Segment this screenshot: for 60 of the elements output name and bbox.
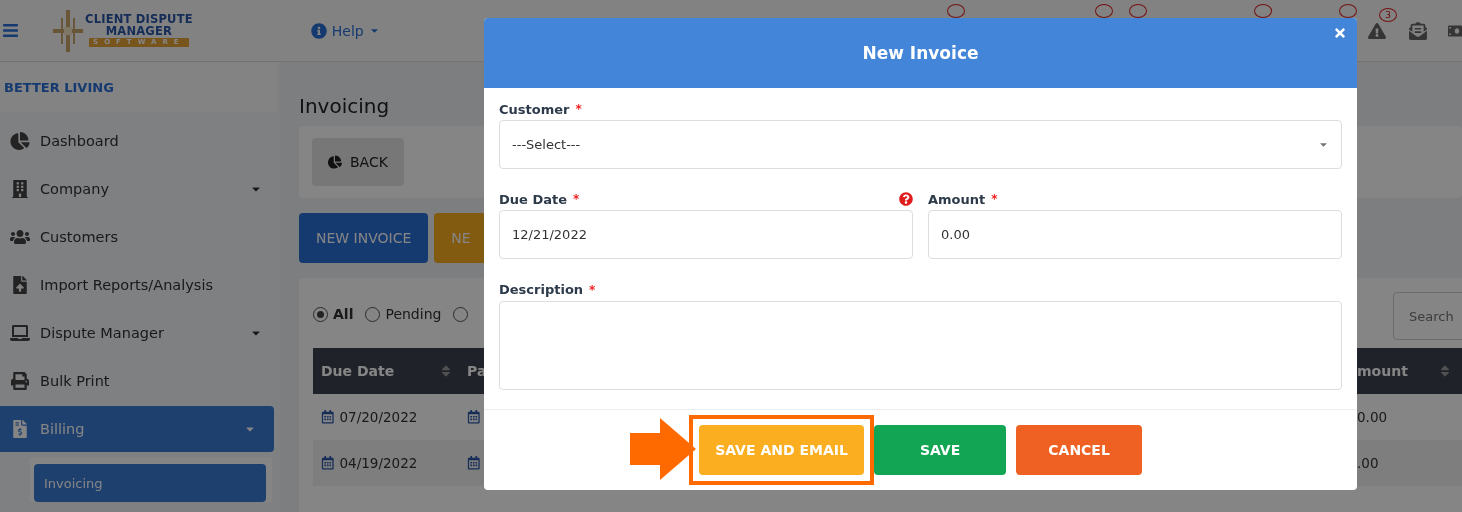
table-cell: 0.00: [1357, 409, 1388, 425]
calendar-icon: [321, 410, 335, 424]
required-mark: *: [575, 102, 582, 116]
radio-option[interactable]: Pending: [365, 306, 442, 322]
close-icon: [1333, 26, 1347, 40]
table-cell: 07/20/2022: [339, 409, 418, 425]
field-label: Due Date: [499, 191, 567, 207]
search-field[interactable]: Search: [1393, 292, 1462, 340]
sidebar-item[interactable]: Import Reports/Analysis: [0, 262, 280, 308]
dialog-button[interactable]: CANCEL: [1016, 425, 1142, 475]
logo-text: MANAGER: [105, 25, 173, 37]
pie-chart-icon: [10, 132, 30, 150]
info-icon: [310, 22, 327, 39]
input-field[interactable]: 0.00: [928, 210, 1342, 260]
users-icon: [10, 228, 30, 246]
sort-icon[interactable]: [1438, 364, 1452, 378]
help-icon[interactable]: [899, 192, 913, 207]
sidebar-item[interactable]: Dispute Manager: [0, 310, 280, 356]
logo-text: CLIENT DISPUTE: [85, 14, 193, 26]
invoice-icon: [10, 420, 30, 438]
envelope-icon[interactable]: [1409, 22, 1427, 40]
sort-icon[interactable]: [439, 364, 453, 378]
required-mark: *: [589, 282, 596, 297]
dialog-title: New Invoice: [862, 43, 979, 63]
printer-icon: [10, 372, 30, 390]
input-field[interactable]: 12/21/2022: [499, 210, 913, 260]
column-header: mount: [1357, 363, 1408, 379]
column-header: Due Date: [321, 363, 395, 379]
sidebar-item[interactable]: Dashboard: [0, 118, 280, 164]
action-button[interactable]: NEW INVOICE: [299, 213, 429, 263]
page-title: Invoicing: [299, 94, 390, 118]
account-name: BETTER LIVING: [0, 62, 278, 112]
field-label: Customer: [499, 101, 570, 117]
sidebar-item[interactable]: Bulk Print: [0, 358, 280, 404]
description-field[interactable]: [499, 300, 1342, 390]
sidebar-item[interactable]: Company: [0, 166, 280, 212]
calendar-icon: [467, 410, 481, 424]
dialog-button[interactable]: SAVE: [873, 425, 1007, 475]
required-mark: *: [573, 192, 580, 207]
table-cell: .00: [1357, 455, 1379, 471]
calendar-icon: [467, 456, 481, 470]
back-button[interactable]: BACK: [312, 138, 404, 186]
table-cell: 04/19/2022: [339, 455, 418, 471]
laptop-icon: [10, 324, 30, 342]
menu-icon[interactable]: [2, 22, 19, 39]
customer-select[interactable]: ---Select---: [499, 120, 1342, 169]
sidebar-item[interactable]: Customers: [0, 214, 280, 260]
field-label: Description: [499, 282, 584, 298]
field-label: Amount: [928, 191, 986, 207]
file-upload-icon: [10, 276, 30, 294]
radio-option[interactable]: All: [313, 306, 354, 322]
sun-symbol-icon: [53, 9, 83, 52]
submenu-item[interactable]: Invoicing: [34, 464, 266, 502]
help-menu[interactable]: Help: [310, 22, 380, 39]
sidebar-item[interactable]: Billing: [0, 406, 274, 452]
required-mark: *: [991, 192, 998, 207]
warning-icon[interactable]: [1368, 22, 1386, 40]
building-icon: [10, 180, 30, 198]
calendar-icon: [321, 456, 335, 470]
pie-chart-icon: [328, 155, 342, 169]
